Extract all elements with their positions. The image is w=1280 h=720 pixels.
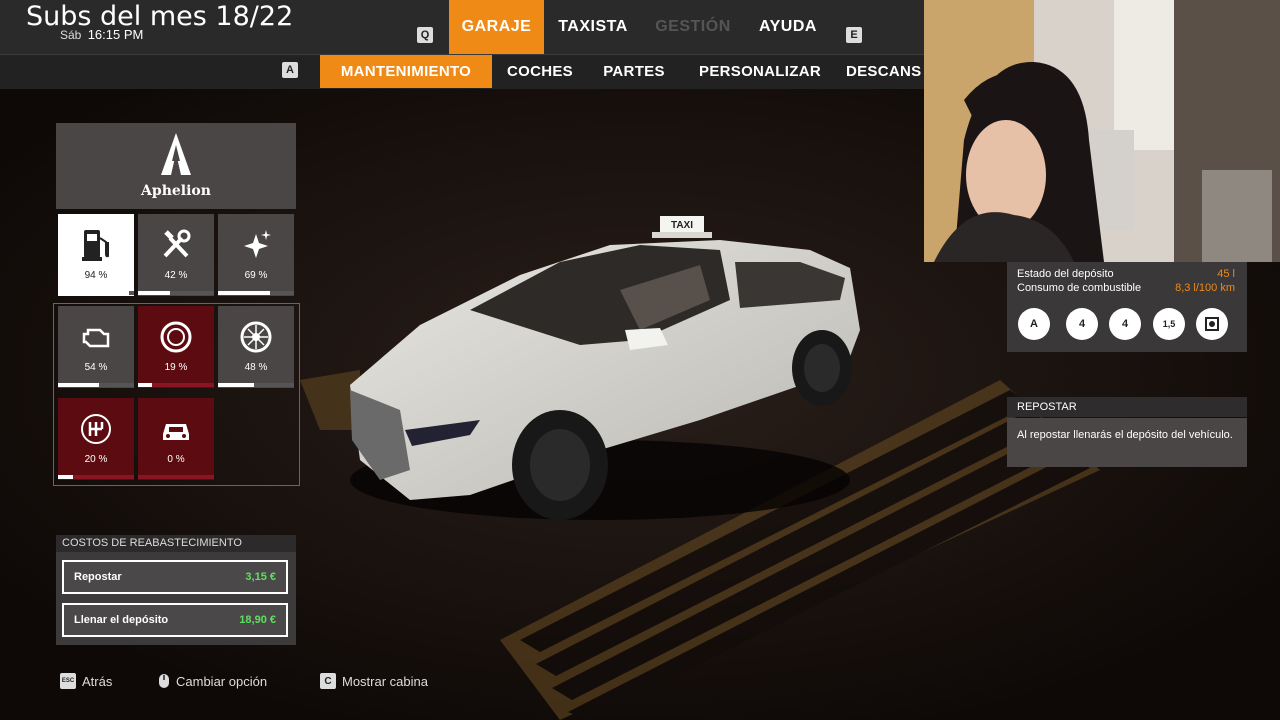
subtab-partes[interactable]: PARTES xyxy=(594,55,674,88)
fuel-consumption-value: 8,3 l/100 km xyxy=(1175,282,1235,294)
change-option-label: Cambiar opción xyxy=(176,673,268,689)
mouse-icon xyxy=(159,674,169,688)
action-panel-description: Al repostar llenarás el depósito del veh… xyxy=(1007,418,1247,467)
game-clock: Sáb 16:15 PM xyxy=(60,27,143,42)
fuel-consumption-row: Consumo de combustible 8,3 l/100 km xyxy=(1017,282,1235,294)
repair-tile[interactable]: 42 % xyxy=(138,214,214,296)
repair-percent: 42 % xyxy=(164,270,188,281)
tab-gestion: GESTIÓN xyxy=(655,18,731,35)
subtab-mantenimiento[interactable]: MANTENIMIENTO xyxy=(320,55,492,88)
cleanliness-level-bar xyxy=(218,291,294,295)
brakes-percent: 19 % xyxy=(164,362,188,373)
refuel-costs-heading: COSTOS DE REABASTECIMIENTO xyxy=(56,535,296,552)
streamer-video xyxy=(924,0,1280,262)
prev-tab-key[interactable]: Q xyxy=(417,27,433,43)
fill-tank-button[interactable]: Llenar el depósito 18,90 € xyxy=(62,603,288,637)
tab-taxista[interactable]: TAXISTA xyxy=(548,0,638,54)
fill-tank-price: 18,90 € xyxy=(239,614,276,626)
clock-day: Sáb xyxy=(60,28,82,42)
next-tab-key[interactable]: E xyxy=(846,27,862,43)
action-panel-title: REPOSTAR xyxy=(1007,397,1247,417)
esc-key-icon: ESC xyxy=(60,673,76,689)
clock-time: 16:15 PM xyxy=(87,27,144,42)
brakes-tile[interactable]: 19 % xyxy=(138,306,214,388)
repair-level-fill xyxy=(138,291,170,295)
engine-cylinder-icon xyxy=(1196,308,1228,340)
gearbox-level-bar xyxy=(58,475,134,479)
tires-percent: 48 % xyxy=(244,362,268,373)
gearbox-level-fill xyxy=(58,475,74,479)
show-cabin-hint[interactable]: C Mostrar cabina xyxy=(320,673,428,689)
refuel-option-label: Repostar xyxy=(74,571,122,583)
fuel-pump-icon xyxy=(82,230,109,261)
cleanliness-percent: 69 % xyxy=(244,270,268,281)
tank-status-row: Estado del depósito 45 l xyxy=(1017,268,1235,280)
gearbox-percent: 20 % xyxy=(84,454,108,465)
taxi-roof-sign: TAXI xyxy=(670,220,694,231)
engine-level-bar xyxy=(58,383,134,387)
prev-subtab-key[interactable]: A xyxy=(282,62,298,78)
gearbox-icon xyxy=(81,414,111,444)
brakes-level-fill xyxy=(138,383,153,387)
engine-tile[interactable]: 54 % xyxy=(58,306,134,388)
engine-percent: 54 % xyxy=(84,362,108,373)
fuel-level-fill xyxy=(58,291,130,295)
refuel-option-price: 3,15 € xyxy=(245,571,276,583)
seats-icon: 4 xyxy=(1066,308,1098,340)
subtab-descanso[interactable]: DESCANS xyxy=(846,55,924,88)
fuel-consumption-label: Consumo de combustible xyxy=(1017,282,1142,294)
body-percent: 0 % xyxy=(167,454,185,465)
engine-icon xyxy=(82,328,110,348)
brakes-level-bar xyxy=(138,383,214,387)
tab-ayuda[interactable]: AYUDA xyxy=(748,0,828,54)
tab-garaje[interactable]: GARAJE xyxy=(449,0,544,54)
luggage-icon: 4 xyxy=(1109,308,1141,340)
body-tile[interactable]: 0 % xyxy=(138,398,214,480)
wheel-icon xyxy=(240,321,272,353)
car-body-icon xyxy=(163,424,189,440)
fuel-percent: 94 % xyxy=(84,270,108,281)
gearbox-tile[interactable]: 20 % xyxy=(58,398,134,480)
back-hint-label: Atrás xyxy=(82,673,113,689)
tires-level-fill xyxy=(218,383,255,387)
brand-name: Aphelion xyxy=(141,183,211,199)
change-option-hint: Cambiar opción xyxy=(158,673,267,689)
tools-icon xyxy=(163,229,191,258)
subtab-personalizar[interactable]: PERSONALIZAR xyxy=(686,55,834,88)
aphelion-logo-icon xyxy=(161,133,191,175)
cleanliness-tile[interactable]: 69 % xyxy=(218,214,294,296)
back-hint[interactable]: ESC Atrás xyxy=(60,673,112,689)
tires-tile[interactable]: 48 % xyxy=(218,306,294,388)
tank-status-label: Estado del depósito xyxy=(1017,268,1114,280)
weight-icon: 1,5 xyxy=(1153,308,1185,340)
sparkle-icon xyxy=(244,230,271,258)
vehicle-info-panel: Estado del depósito 45 l Consumo de comb… xyxy=(1007,262,1247,352)
cleanliness-level-fill xyxy=(218,291,271,295)
tires-level-bar xyxy=(218,383,294,387)
auto-transmission-icon: A xyxy=(1018,308,1050,340)
brake-disc-icon xyxy=(160,321,192,353)
brand-card: Aphelion xyxy=(56,123,296,209)
repair-level-bar xyxy=(138,291,214,295)
show-cabin-label: Mostrar cabina xyxy=(342,673,428,689)
tank-status-value: 45 l xyxy=(1217,268,1235,280)
fuel-tile[interactable]: 94 % xyxy=(58,214,134,296)
engine-level-fill xyxy=(58,383,100,387)
refuel-option-button[interactable]: Repostar 3,15 € xyxy=(62,560,288,594)
subtab-coches[interactable]: COCHES xyxy=(497,55,583,88)
c-key-icon: C xyxy=(320,673,336,689)
body-level-bar xyxy=(138,475,214,479)
fill-tank-label: Llenar el depósito xyxy=(74,614,169,626)
webcam-overlay xyxy=(924,0,1280,262)
fuel-level-bar xyxy=(58,291,134,295)
